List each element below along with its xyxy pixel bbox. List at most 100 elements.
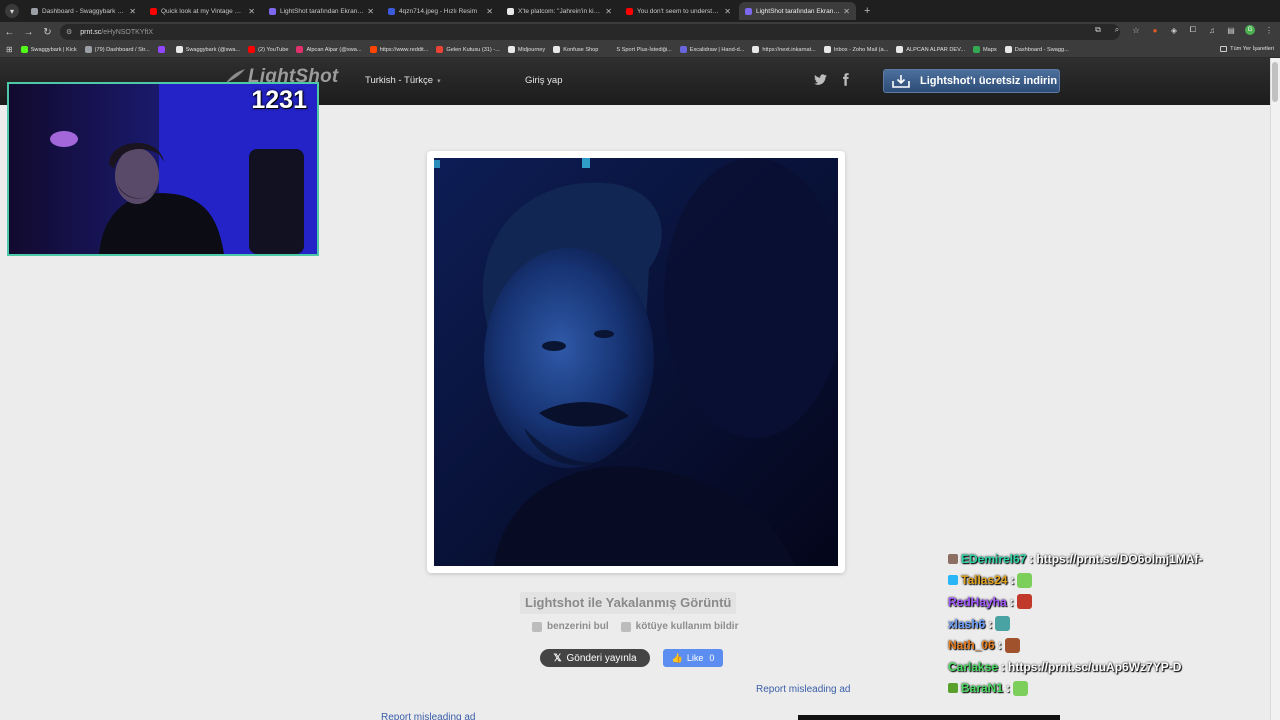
tab-grid-icon[interactable]: ▤ xyxy=(1226,26,1236,35)
social-links xyxy=(813,72,853,87)
new-tab-icon[interactable]: + xyxy=(864,5,870,17)
chat-badge-icon xyxy=(948,575,958,586)
chat-emote-icon xyxy=(1017,572,1033,588)
all-bookmarks-label: Tüm Yer İşaretleri xyxy=(1230,46,1274,52)
thumbs-up-icon: 👍 xyxy=(671,652,683,663)
bookmark-item[interactable]: S Sport Plus-İstediği... xyxy=(606,46,672,53)
bookmark-item[interactable] xyxy=(157,46,168,53)
download-button[interactable]: Lightshot'ı ücretsiz indirin xyxy=(883,69,1060,93)
browser-tab[interactable]: You don't seem to understand ✕ xyxy=(620,2,737,20)
tab-close-icon[interactable]: ✕ xyxy=(129,7,136,16)
bookmark-favicon-icon xyxy=(369,46,377,53)
bookmark-label: Dashboard - Swagg... xyxy=(1014,46,1069,53)
bookmark-item[interactable]: https://www.reddit... xyxy=(369,46,428,53)
browser-tab[interactable]: X'te platcom: "Jahrein'in kişisel ✕ xyxy=(501,2,618,20)
screenshot-frame xyxy=(427,151,845,573)
tab-favicon-icon xyxy=(388,7,395,15)
install-app-icon[interactable]: ⧉ xyxy=(1093,25,1103,35)
tab-title: You don't seem to understand xyxy=(637,7,722,15)
like-button[interactable]: 👍 Like 0 xyxy=(663,649,723,667)
login-link[interactable]: Giriş yap xyxy=(525,75,562,86)
bookmark-item[interactable]: (2) YouTube xyxy=(248,46,288,53)
tab-close-icon[interactable]: ✕ xyxy=(248,7,255,16)
bookmark-item[interactable]: Excalidraw | Hand-d... xyxy=(679,46,744,53)
tab-favicon-icon xyxy=(150,7,157,15)
scrollbar-thumb[interactable] xyxy=(1272,62,1278,102)
x-logo-icon: 𝕏 xyxy=(553,652,562,664)
tab-search-icon[interactable]: ▾ xyxy=(5,4,19,18)
all-bookmarks-button[interactable]: Tüm Yer İşaretleri xyxy=(1220,46,1274,52)
report-abuse-link[interactable]: kötüye kullanım bildir xyxy=(620,621,738,632)
bookmark-item[interactable]: Alpcan Alpar (@swa... xyxy=(296,46,362,53)
zoom-icon[interactable]: ⌕ xyxy=(1112,25,1122,35)
tab-title: Quick look at my Vintage Story xyxy=(161,7,246,15)
reload-icon[interactable]: ↻ xyxy=(38,27,57,38)
bookmark-item[interactable]: ALPCAN ALPAR DEV... xyxy=(896,46,965,53)
report-misleading-ad-link[interactable]: Report misleading ad xyxy=(756,684,851,695)
tab-close-icon[interactable]: ✕ xyxy=(486,7,493,16)
browser-tab[interactable]: 4qzn714.jpeg - Hızlı Resim ✕ xyxy=(382,2,499,20)
bookmark-item[interactable]: Swaggybark (@swa... xyxy=(175,46,240,53)
tab-favicon-icon xyxy=(507,7,514,15)
twitter-icon[interactable] xyxy=(813,72,828,87)
facebook-icon[interactable] xyxy=(838,72,853,87)
extension-icon[interactable]: ● xyxy=(1150,26,1160,35)
bookmark-item[interactable]: Midjourney xyxy=(507,46,545,53)
find-similar-link[interactable]: benzerini bul xyxy=(532,621,609,632)
tweet-button[interactable]: 𝕏 Gönderi yayınla xyxy=(540,649,650,667)
bookmark-favicon-icon xyxy=(606,46,614,53)
chat-message-text: https://prnt.sc/uuAp6Wz7YP-D xyxy=(1008,659,1182,674)
bookmark-item[interactable]: Gelen Kutusu (31) -... xyxy=(436,46,500,53)
page-scrollbar[interactable] xyxy=(1270,58,1280,720)
tab-favicon-icon xyxy=(31,7,38,15)
address-bar[interactable]: ⚙ prnt.sc/eHyNSOTKYftX xyxy=(60,24,1120,40)
bookmark-item[interactable]: Swaggybark | Kick xyxy=(20,46,77,53)
forward-icon[interactable]: → xyxy=(19,27,38,38)
bookmark-favicon-icon xyxy=(507,46,515,53)
apps-icon[interactable]: ⊞ xyxy=(6,45,13,54)
report-misleading-ad-link-2[interactable]: Report misleading ad xyxy=(381,712,476,720)
chat-emote-icon xyxy=(1013,680,1029,696)
bookmark-item[interactable]: Konfuse Shop xyxy=(553,46,598,53)
chat-username: BaraN1 xyxy=(961,681,1004,696)
chat-separator: : xyxy=(1010,573,1015,588)
tab-close-icon[interactable]: ✕ xyxy=(605,7,612,16)
bookmark-item[interactable]: Dashboard - Swagg... xyxy=(1004,46,1069,53)
tab-close-icon[interactable]: ✕ xyxy=(724,7,731,16)
screenshot-image[interactable] xyxy=(434,158,838,566)
folder-icon xyxy=(1220,46,1228,52)
bookmark-favicon-icon xyxy=(752,46,760,53)
bookmark-item[interactable]: Inbox - Zoho Mail (a... xyxy=(823,46,888,53)
bookmark-label: https://next.inkarnat... xyxy=(762,46,816,53)
download-tray-icon xyxy=(892,75,910,88)
browser-tab[interactable]: Quick look at my Vintage Story ✕ xyxy=(144,2,261,20)
bookmark-favicon-icon xyxy=(679,46,687,53)
extension-2-icon[interactable]: ◈ xyxy=(1169,26,1179,35)
bookmark-label: ALPCAN ALPAR DEV... xyxy=(906,46,966,53)
menu-icon[interactable]: ⋮ xyxy=(1264,26,1274,35)
bookmark-item[interactable]: (79) Dashboard / Str... xyxy=(84,46,150,53)
chat-username: EDemirel67 xyxy=(961,551,1027,566)
browser-tab[interactable]: Dashboard - Swaggybark Link ✕ xyxy=(25,2,142,20)
chat-message: Tallas24: xyxy=(948,570,1268,592)
site-info-icon[interactable]: ⚙ xyxy=(66,28,72,36)
find-similar-label: benzerini bul xyxy=(547,621,609,632)
chat-separator: : xyxy=(988,616,993,631)
tab-close-icon[interactable]: ✕ xyxy=(843,7,850,16)
language-select[interactable]: Turkish - Türkçe ▾ xyxy=(365,75,441,86)
browser-tab[interactable]: LightShot tarafından Ekran Gör ✕ xyxy=(739,2,856,20)
media-icon[interactable]: ♫ xyxy=(1207,26,1217,35)
ad-banner[interactable] xyxy=(798,715,1060,720)
profile-avatar[interactable]: G xyxy=(1245,25,1255,35)
browser-tab[interactable]: LightShot tarafından Ekran Gör ✕ xyxy=(263,2,380,20)
tab-favicon-icon xyxy=(269,7,276,15)
bookmark-item[interactable]: Maps xyxy=(973,46,997,53)
back-icon[interactable]: ← xyxy=(0,27,19,38)
extensions-puzzle-icon[interactable]: ⧠ xyxy=(1188,25,1198,35)
tab-close-icon[interactable]: ✕ xyxy=(367,7,374,16)
bookmark-star-icon[interactable]: ☆ xyxy=(1131,26,1141,35)
chat-message: BaraN1: xyxy=(948,678,1268,700)
url-path: /eHyNSOTKYftX xyxy=(101,28,154,36)
chat-separator: : xyxy=(1009,594,1014,609)
bookmark-item[interactable]: https://next.inkarnat... xyxy=(752,46,816,53)
